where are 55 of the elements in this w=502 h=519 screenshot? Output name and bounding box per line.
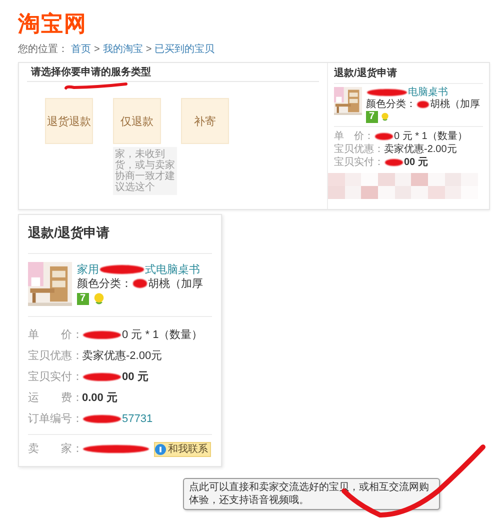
- flower-icon: [92, 292, 106, 306]
- scribble-mark: [375, 132, 393, 140]
- product-title: 式电脑桌书: [145, 264, 200, 276]
- field-value: 0 元 * 1（数量）: [122, 329, 203, 341]
- order-number-link[interactable]: 57731: [122, 413, 153, 425]
- scribble-mark: [133, 279, 147, 288]
- underline-stroke: [64, 82, 128, 91]
- field-value: 卖家优惠-2.00元: [384, 144, 457, 155]
- field-label: 单 价：: [28, 328, 82, 343]
- field-value: 卖家优惠-2.00元: [82, 350, 162, 362]
- scribble-mark: [367, 88, 407, 96]
- scribble-mark: [83, 372, 121, 382]
- field-label: 宝贝优惠：: [334, 144, 384, 155]
- breadcrumb-link[interactable]: 我的淘宝: [102, 44, 143, 56]
- product-title: 家用: [77, 264, 99, 276]
- field-label: 单 价：: [334, 131, 374, 142]
- product-title: 电脑桌书: [408, 87, 448, 98]
- service-option[interactable]: 仅退款: [113, 98, 161, 144]
- breadcrumb-link[interactable]: 首页: [71, 44, 91, 56]
- field-value: 00 元: [404, 157, 428, 168]
- product-variant: 胡桃（加厚: [148, 278, 203, 290]
- taobao-logo[interactable]: 淘宝网: [18, 10, 502, 38]
- breadcrumb-separator: >: [94, 44, 100, 56]
- product-variant: 颜色分类：: [77, 278, 132, 290]
- chat-icon: [155, 444, 166, 455]
- service-option[interactable]: 补寄: [181, 98, 229, 144]
- panel-title: 退款/退货申请: [28, 224, 111, 242]
- field-label: 订单编号：: [28, 412, 82, 427]
- option-hint: 家，未收到货，或与卖家协商一致才建议选这个: [113, 147, 177, 195]
- service-option[interactable]: 退货退款: [45, 98, 93, 144]
- scribble-mark: [417, 100, 429, 108]
- contact-button[interactable]: 和我联系: [154, 442, 211, 457]
- breadcrumb-separator: >: [146, 44, 152, 56]
- field-value: 0.00 元: [82, 392, 118, 404]
- field-label: 宝贝优惠：: [28, 348, 82, 364]
- scribble-mark: [385, 158, 403, 166]
- scribble-mark: [83, 444, 149, 454]
- field-label: 宝贝实付：: [28, 370, 82, 385]
- scribble-mark: [83, 330, 121, 340]
- section-heading: 请选择你要申请的服务类型: [30, 66, 152, 79]
- field-label: 宝贝实付：: [334, 157, 384, 168]
- return-badge: 7: [77, 292, 89, 304]
- field-label: 卖 家：: [28, 442, 82, 457]
- field-value: 00 元: [122, 371, 148, 383]
- return-badge: 7: [366, 111, 378, 123]
- product-variant: 胡桃（加厚: [430, 99, 480, 110]
- field-value: 0 元 * 1（数量）: [394, 131, 468, 142]
- flower-icon: [380, 112, 390, 122]
- panel-title: 退款/退货申请: [334, 67, 398, 80]
- breadcrumb-label: 您的位置：: [18, 44, 68, 56]
- field-label: 运 费：: [28, 391, 82, 406]
- product-variant: 颜色分类：: [366, 99, 416, 110]
- breadcrumb-link[interactable]: 已买到的宝贝: [154, 44, 215, 56]
- scribble-mark: [83, 414, 121, 424]
- scribble-mark: [100, 265, 144, 274]
